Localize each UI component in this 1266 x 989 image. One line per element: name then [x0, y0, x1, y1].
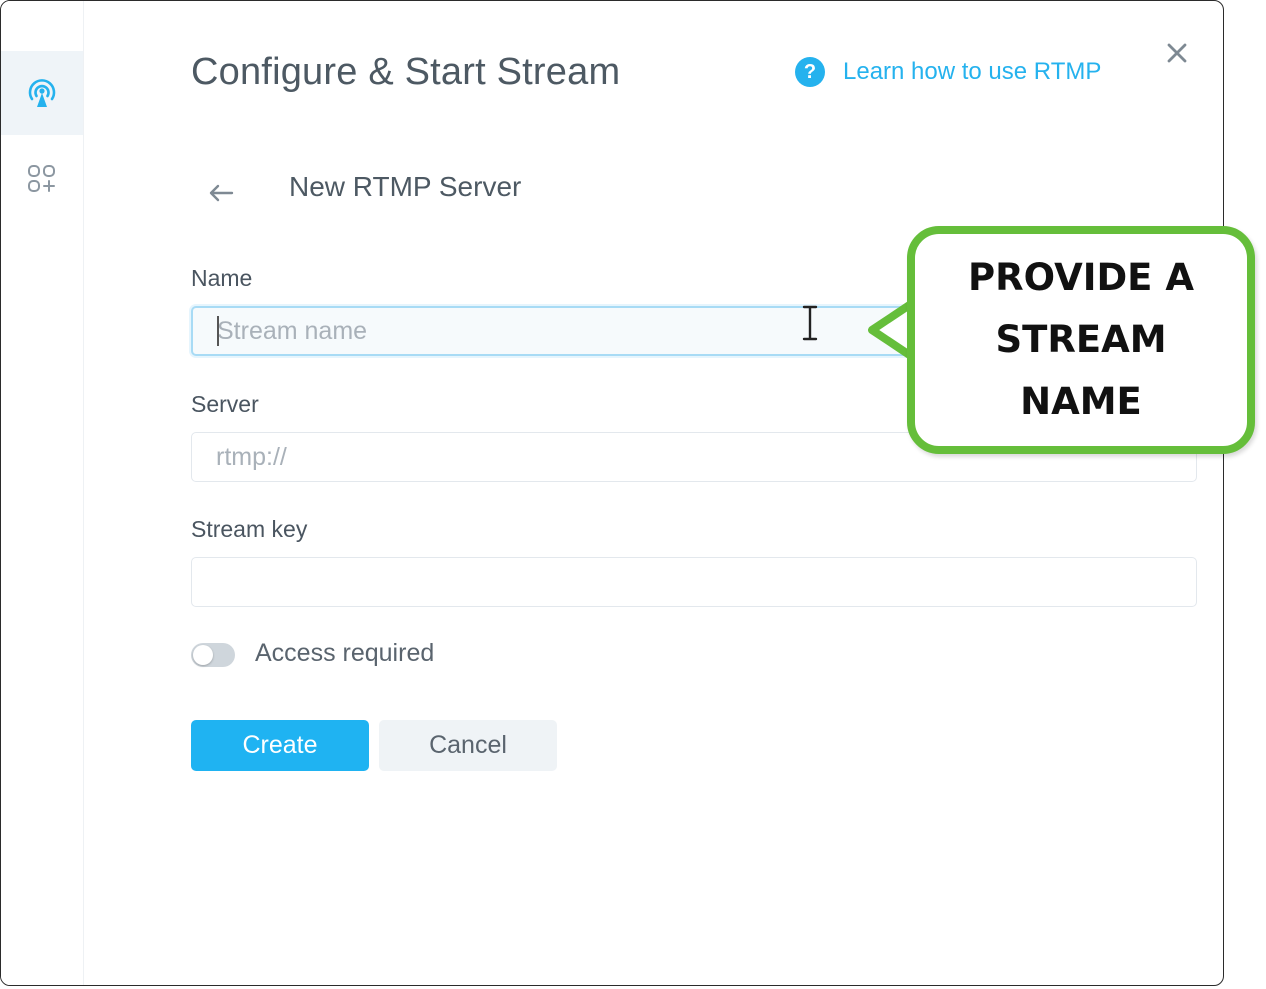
- help-link[interactable]: ? Learn how to use RTMP: [795, 57, 1101, 87]
- close-icon: [1167, 43, 1187, 63]
- sidebar-item-broadcast[interactable]: [1, 51, 83, 135]
- access-required-label: Access required: [255, 639, 435, 667]
- sidebar-item-apps[interactable]: [1, 137, 83, 221]
- help-link-text: Learn how to use RTMP: [843, 58, 1102, 85]
- text-caret: [217, 316, 219, 346]
- instruction-callout: PROVIDE A STREAM NAME: [907, 226, 1255, 454]
- add-app-icon: [28, 165, 55, 192]
- access-required-toggle[interactable]: [191, 643, 235, 667]
- cancel-button[interactable]: Cancel: [379, 720, 557, 771]
- section-title: New RTMP Server: [289, 171, 522, 202]
- dialog-window: Configure & Start Stream ? Learn how to …: [0, 0, 1224, 986]
- callout-line: PROVIDE A: [968, 256, 1194, 299]
- callout-line: STREAM: [995, 318, 1167, 361]
- help-icon: ?: [795, 57, 825, 87]
- back-button[interactable]: [205, 177, 237, 209]
- callout-text: PROVIDE A STREAM NAME: [951, 247, 1211, 433]
- toggle-knob: [193, 645, 213, 665]
- stream-key-label: Stream key: [191, 516, 308, 542]
- callout-line: NAME: [1020, 380, 1142, 423]
- text-cursor-icon: [802, 305, 818, 341]
- server-label: Server: [191, 391, 259, 417]
- stream-key-input[interactable]: [191, 557, 1197, 607]
- back-arrow-icon: [209, 184, 234, 202]
- create-button[interactable]: Create: [191, 720, 369, 771]
- close-button[interactable]: [1161, 37, 1193, 69]
- broadcast-icon: [28, 79, 56, 107]
- name-label: Name: [191, 265, 253, 291]
- dialog-title: Configure & Start Stream: [191, 51, 621, 93]
- sidebar: [1, 1, 84, 985]
